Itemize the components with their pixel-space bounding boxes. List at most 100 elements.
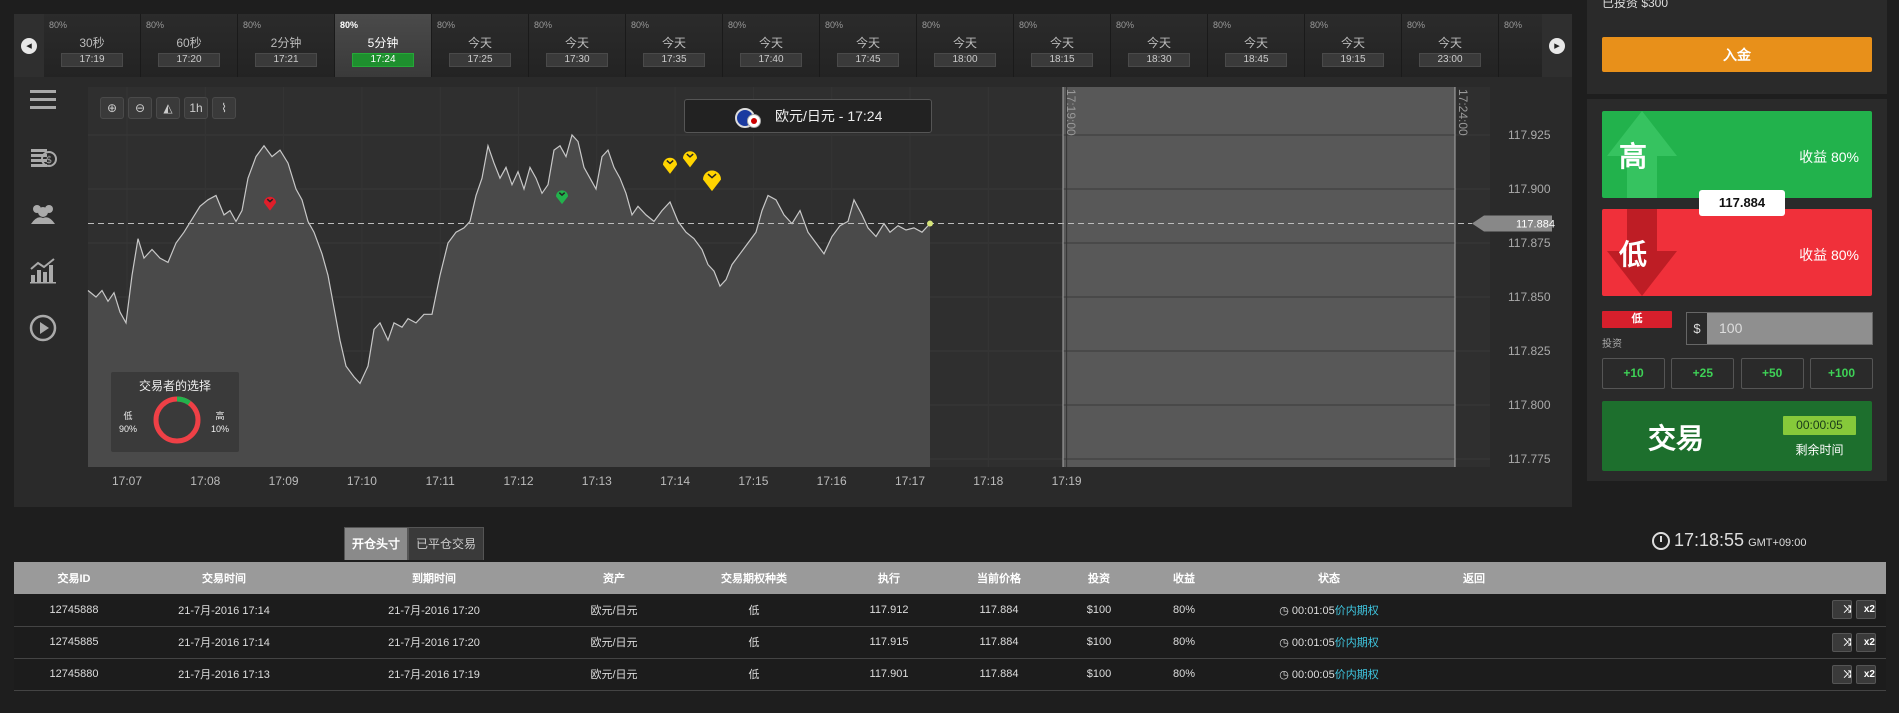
selected-direction-badge: 低 bbox=[1602, 311, 1672, 328]
expiry-label: 今天 bbox=[1146, 36, 1171, 50]
close-trade-icon[interactable]: ⤨ bbox=[1832, 632, 1852, 652]
status-cell: ◷ 00:00:05价内期权 bbox=[1224, 658, 1434, 691]
status-time: 00:01:05 bbox=[1291, 604, 1335, 617]
expiry-payout: 80% bbox=[825, 20, 844, 30]
expiry-item[interactable]: 80% 今天 17:25 bbox=[432, 14, 529, 77]
high-button[interactable]: 高 收益 80% bbox=[1602, 111, 1872, 198]
expiry-item[interactable]: 80% 2分钟 17:21 bbox=[238, 14, 335, 77]
timeframe-button[interactable]: 1h bbox=[184, 97, 208, 119]
column-header: 状态 bbox=[1224, 562, 1434, 594]
status-cell: ◷ 00:01:05价内期权 bbox=[1224, 626, 1434, 659]
high-payout: 收益 80% bbox=[1799, 149, 1859, 165]
expiry-item[interactable]: 80% B bbox=[1499, 14, 1542, 77]
table-row: 12745885 21-7月-2016 17:14 21-7月-2016 17:20… bbox=[14, 626, 1886, 659]
column-header: 交易ID bbox=[14, 562, 134, 594]
table-cell: 21-7月-2016 17:19 bbox=[314, 658, 554, 691]
expiry-payout: 80% bbox=[631, 20, 650, 30]
coins-icon[interactable]: $ bbox=[28, 141, 58, 171]
double-button[interactable]: x2 bbox=[1856, 600, 1876, 620]
svg-text:$: $ bbox=[46, 155, 52, 166]
expiry-item[interactable]: 80% 今天 17:45 bbox=[820, 14, 917, 77]
table-cell: 80% bbox=[1144, 626, 1224, 659]
expiry-item[interactable]: 80% 5分钟 17:24 bbox=[335, 14, 432, 77]
expiry-item[interactable]: 80% 今天 17:35 bbox=[626, 14, 723, 77]
expiry-item[interactable]: 80% 今天 18:30 bbox=[1111, 14, 1208, 77]
menu-icon[interactable] bbox=[28, 85, 58, 115]
double-button[interactable]: x2 bbox=[1856, 664, 1876, 684]
increment-button[interactable]: +100 bbox=[1809, 358, 1873, 389]
close-trade-icon[interactable]: ⤨ bbox=[1832, 664, 1852, 684]
tab-open-positions[interactable]: 开仓头寸 bbox=[344, 527, 409, 560]
zoom-out-icon[interactable]: ⊖ bbox=[128, 97, 152, 119]
expiry-item[interactable]: 80% 今天 17:40 bbox=[723, 14, 820, 77]
expiry-time: 18:45 bbox=[1225, 53, 1287, 67]
chart-icon[interactable] bbox=[28, 255, 58, 285]
x-tick-label: 17:12 bbox=[503, 474, 533, 488]
increment-button[interactable]: +10 bbox=[1602, 358, 1665, 389]
x-tick-label: 17:17 bbox=[895, 474, 925, 488]
sentiment-low-pct: 90% bbox=[119, 424, 138, 434]
deposit-button[interactable]: 入金 bbox=[1602, 37, 1872, 72]
asset-selector[interactable]: 欧元/日元 - 17:24 bbox=[684, 99, 932, 133]
expiry-label: 60秒 bbox=[176, 36, 202, 50]
close-trade-icon[interactable]: ⤨ bbox=[1832, 600, 1852, 620]
sentiment-low: 低 90% bbox=[119, 410, 137, 436]
chevron-left-icon: ◂ bbox=[21, 37, 37, 54]
expiry-item[interactable]: 80% 今天 18:15 bbox=[1014, 14, 1111, 77]
table-cell: 12745888 bbox=[14, 594, 134, 627]
clock-timezone: GMT+09:00 bbox=[1748, 537, 1807, 549]
table-cell: 21-7月-2016 17:13 bbox=[134, 658, 314, 691]
increment-button[interactable]: +50 bbox=[1740, 358, 1804, 389]
current-price-tag: 117.884 bbox=[1699, 190, 1785, 216]
expiry-time: 17:20 bbox=[158, 53, 220, 67]
y-tick-label: 117.900 bbox=[1508, 182, 1551, 196]
expiry-label: 今天 bbox=[1049, 36, 1074, 50]
tab-closed-trades[interactable]: 已平仓交易 bbox=[408, 527, 485, 560]
expiry-label: 今天 bbox=[467, 36, 492, 50]
price-chart-panel: 117.925 117.900 117.875 117.850 117.825 117.8… bbox=[72, 77, 1572, 507]
expiry-item[interactable]: 80% 今天 18:00 bbox=[917, 14, 1014, 77]
clock-icon bbox=[1652, 531, 1670, 550]
return-cell bbox=[1434, 594, 1514, 627]
play-icon[interactable] bbox=[28, 313, 58, 343]
expiry-time: 18:00 bbox=[934, 53, 996, 67]
expiry-time: 18:30 bbox=[1128, 53, 1190, 67]
expiry-item[interactable]: 80% 今天 19:15 bbox=[1305, 14, 1402, 77]
open-trades-table: 交易ID 交易时间 到期时间 资产 交易期权种类 执行 当前价格 投资 收益 状态 返回 12745… bbox=[14, 562, 1886, 691]
account-panel: 已投资 $300 入金 bbox=[1587, 0, 1887, 94]
indicator-icon[interactable]: ⌇ bbox=[212, 97, 236, 119]
scroll-left-button[interactable]: ◂ bbox=[14, 14, 44, 77]
increment-button[interactable]: +25 bbox=[1671, 358, 1735, 389]
expiry-label: 今天 bbox=[1437, 36, 1462, 50]
price-chart[interactable]: 117.925 117.900 117.875 117.850 117.825 117.8… bbox=[72, 77, 1572, 507]
invested-amount: 已投资 $300 bbox=[1602, 0, 1669, 10]
sentiment-high-pct: 10% bbox=[210, 424, 229, 434]
double-button[interactable]: x2 bbox=[1856, 632, 1876, 652]
return-cell bbox=[1434, 626, 1514, 659]
trader-sentiment: 交易者的选择 低 90% 高 10% bbox=[110, 371, 240, 453]
area-chart-icon[interactable]: ◭ bbox=[156, 97, 180, 119]
expiry-payout: 80% bbox=[1504, 20, 1523, 30]
y-tick-label: 117.775 bbox=[1508, 452, 1551, 466]
zoom-in-icon[interactable]: ⊕ bbox=[100, 97, 124, 119]
status-cell: ◷ 00:01:05价内期权 bbox=[1224, 594, 1434, 627]
expiry-item[interactable]: 80% 今天 23:00 bbox=[1402, 14, 1499, 77]
column-header: 资产 bbox=[554, 562, 674, 594]
users-icon[interactable] bbox=[28, 199, 58, 229]
countdown-timer: 00:00:05 bbox=[1783, 416, 1856, 435]
expiry-item[interactable]: 80% 今天 18:45 bbox=[1208, 14, 1305, 77]
expiry-item[interactable]: 80% 今天 17:30 bbox=[529, 14, 626, 77]
low-button[interactable]: 低 收益 80% bbox=[1602, 209, 1872, 296]
x-tick-label: 17:19 bbox=[1052, 474, 1082, 488]
scroll-right-button[interactable]: ▸ bbox=[1542, 14, 1572, 77]
expiry-item[interactable]: 80% 30秒 17:19 bbox=[44, 14, 141, 77]
amount-input[interactable]: $ 100 bbox=[1686, 312, 1873, 345]
expiry-payout: 80% bbox=[340, 20, 359, 30]
expiry-item[interactable]: 80% 60秒 17:20 bbox=[141, 14, 238, 77]
expiry-time: 17:25 bbox=[449, 53, 511, 67]
position-tabs: 开仓头寸 已平仓交易 bbox=[344, 527, 485, 560]
expiry-time: 23:00 bbox=[1419, 53, 1481, 67]
sentiment-donut bbox=[153, 396, 201, 444]
trade-button[interactable]: 交易 00:00:05 剩余时间 bbox=[1602, 401, 1872, 471]
table-cell: 21-7月-2016 17:14 bbox=[134, 594, 314, 627]
